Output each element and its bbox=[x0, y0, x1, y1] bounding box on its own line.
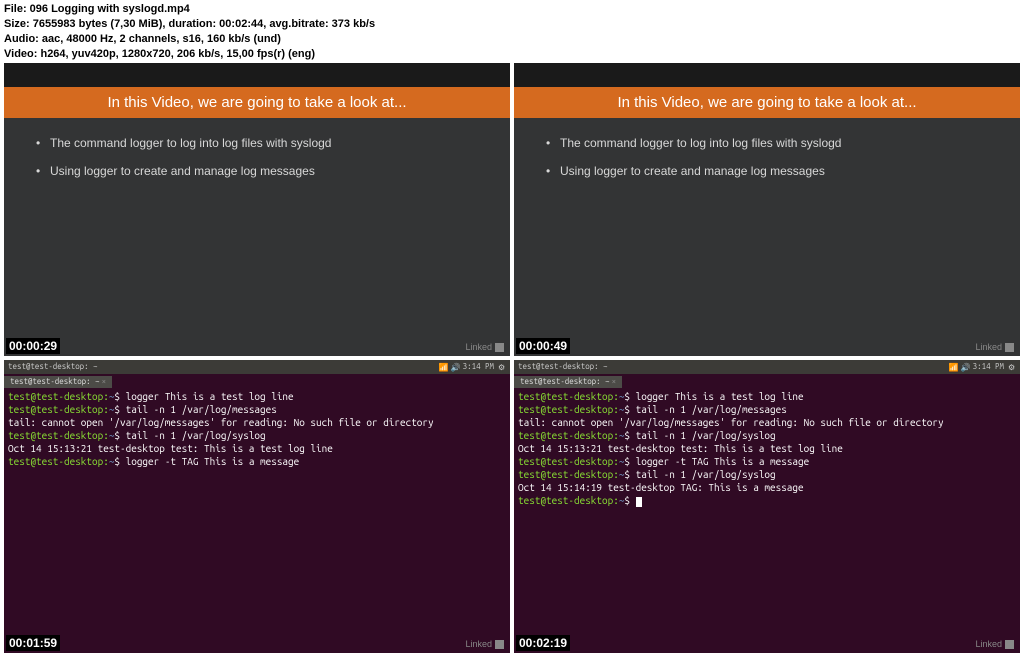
gear-icon: ⚙ bbox=[1008, 363, 1016, 371]
slide: In this Video, we are going to take a lo… bbox=[514, 63, 1020, 356]
gear-icon: ⚙ bbox=[498, 363, 506, 371]
network-icon: 📶 bbox=[949, 363, 957, 371]
terminal: test@test-desktop: ~ 📶 🔊 3:14 PM ⚙ test@… bbox=[4, 360, 510, 653]
linkedin-logo: Linked bbox=[465, 639, 504, 649]
thumbnail-1: In this Video, we are going to take a lo… bbox=[4, 63, 510, 356]
linkedin-icon bbox=[495, 640, 504, 649]
linkedin-logo: Linked bbox=[465, 342, 504, 352]
linkedin-icon bbox=[1005, 343, 1014, 352]
linkedin-icon bbox=[1005, 640, 1014, 649]
thumbnail-2: In this Video, we are going to take a lo… bbox=[514, 63, 1020, 356]
linkedin-icon bbox=[495, 343, 504, 352]
window-title: test@test-desktop: ~ bbox=[518, 362, 608, 372]
linkedin-logo: Linked bbox=[975, 639, 1014, 649]
bullet-2: Using logger to create and manage log me… bbox=[36, 164, 478, 178]
video-line: Video: h264, yuv420p, 1280x720, 206 kb/s… bbox=[4, 47, 1020, 62]
slide: In this Video, we are going to take a lo… bbox=[4, 63, 510, 356]
thumbnail-3: test@test-desktop: ~ 📶 🔊 3:14 PM ⚙ test@… bbox=[4, 360, 510, 653]
close-icon[interactable]: × bbox=[102, 377, 106, 386]
close-icon[interactable]: × bbox=[612, 377, 616, 386]
terminal-tab[interactable]: test@test-desktop: ~× bbox=[514, 376, 622, 388]
timestamp: 00:00:49 bbox=[516, 338, 570, 354]
terminal-output[interactable]: test@test-desktop:~$ logger This is a te… bbox=[514, 388, 1020, 509]
slide-body: The command logger to log into log files… bbox=[514, 118, 1020, 356]
thumbnail-grid: In this Video, we are going to take a lo… bbox=[0, 63, 1024, 653]
terminal-titlebar: test@test-desktop: ~ 📶 🔊 3:14 PM ⚙ bbox=[4, 360, 510, 374]
slide-title: In this Video, we are going to take a lo… bbox=[514, 87, 1020, 118]
sound-icon: 🔊 bbox=[961, 363, 969, 371]
terminal-titlebar: test@test-desktop: ~ 📶 🔊 3:14 PM ⚙ bbox=[514, 360, 1020, 374]
window-title: test@test-desktop: ~ bbox=[8, 362, 98, 372]
slide-top-bar bbox=[514, 63, 1020, 87]
timestamp: 00:02:19 bbox=[516, 635, 570, 651]
bullet-1: The command logger to log into log files… bbox=[546, 136, 988, 150]
clock: 3:14 PM bbox=[463, 362, 494, 372]
terminal-tab[interactable]: test@test-desktop: ~× bbox=[4, 376, 112, 388]
network-icon: 📶 bbox=[439, 363, 447, 371]
slide-body: The command logger to log into log files… bbox=[4, 118, 510, 356]
slide-top-bar bbox=[4, 63, 510, 87]
terminal-tabs: test@test-desktop: ~× bbox=[4, 374, 510, 388]
system-tray: 📶 🔊 3:14 PM ⚙ bbox=[949, 362, 1016, 372]
size-line: Size: 7655983 bytes (7,30 MiB), duration… bbox=[4, 17, 1020, 32]
sound-icon: 🔊 bbox=[451, 363, 459, 371]
system-tray: 📶 🔊 3:14 PM ⚙ bbox=[439, 362, 506, 372]
cursor bbox=[636, 497, 642, 507]
linkedin-logo: Linked bbox=[975, 342, 1014, 352]
slide-title: In this Video, we are going to take a lo… bbox=[4, 87, 510, 118]
terminal-tabs: test@test-desktop: ~× bbox=[514, 374, 1020, 388]
file-line: File: 096 Logging with syslogd.mp4 bbox=[4, 2, 1020, 17]
timestamp: 00:00:29 bbox=[6, 338, 60, 354]
timestamp: 00:01:59 bbox=[6, 635, 60, 651]
clock: 3:14 PM bbox=[973, 362, 1004, 372]
thumbnail-4: test@test-desktop: ~ 📶 🔊 3:14 PM ⚙ test@… bbox=[514, 360, 1020, 653]
terminal: test@test-desktop: ~ 📶 🔊 3:14 PM ⚙ test@… bbox=[514, 360, 1020, 653]
media-info: File: 096 Logging with syslogd.mp4 Size:… bbox=[0, 0, 1024, 63]
audio-line: Audio: aac, 48000 Hz, 2 channels, s16, 1… bbox=[4, 32, 1020, 47]
bullet-2: Using logger to create and manage log me… bbox=[546, 164, 988, 178]
bullet-1: The command logger to log into log files… bbox=[36, 136, 478, 150]
terminal-output[interactable]: test@test-desktop:~$ logger This is a te… bbox=[4, 388, 510, 470]
